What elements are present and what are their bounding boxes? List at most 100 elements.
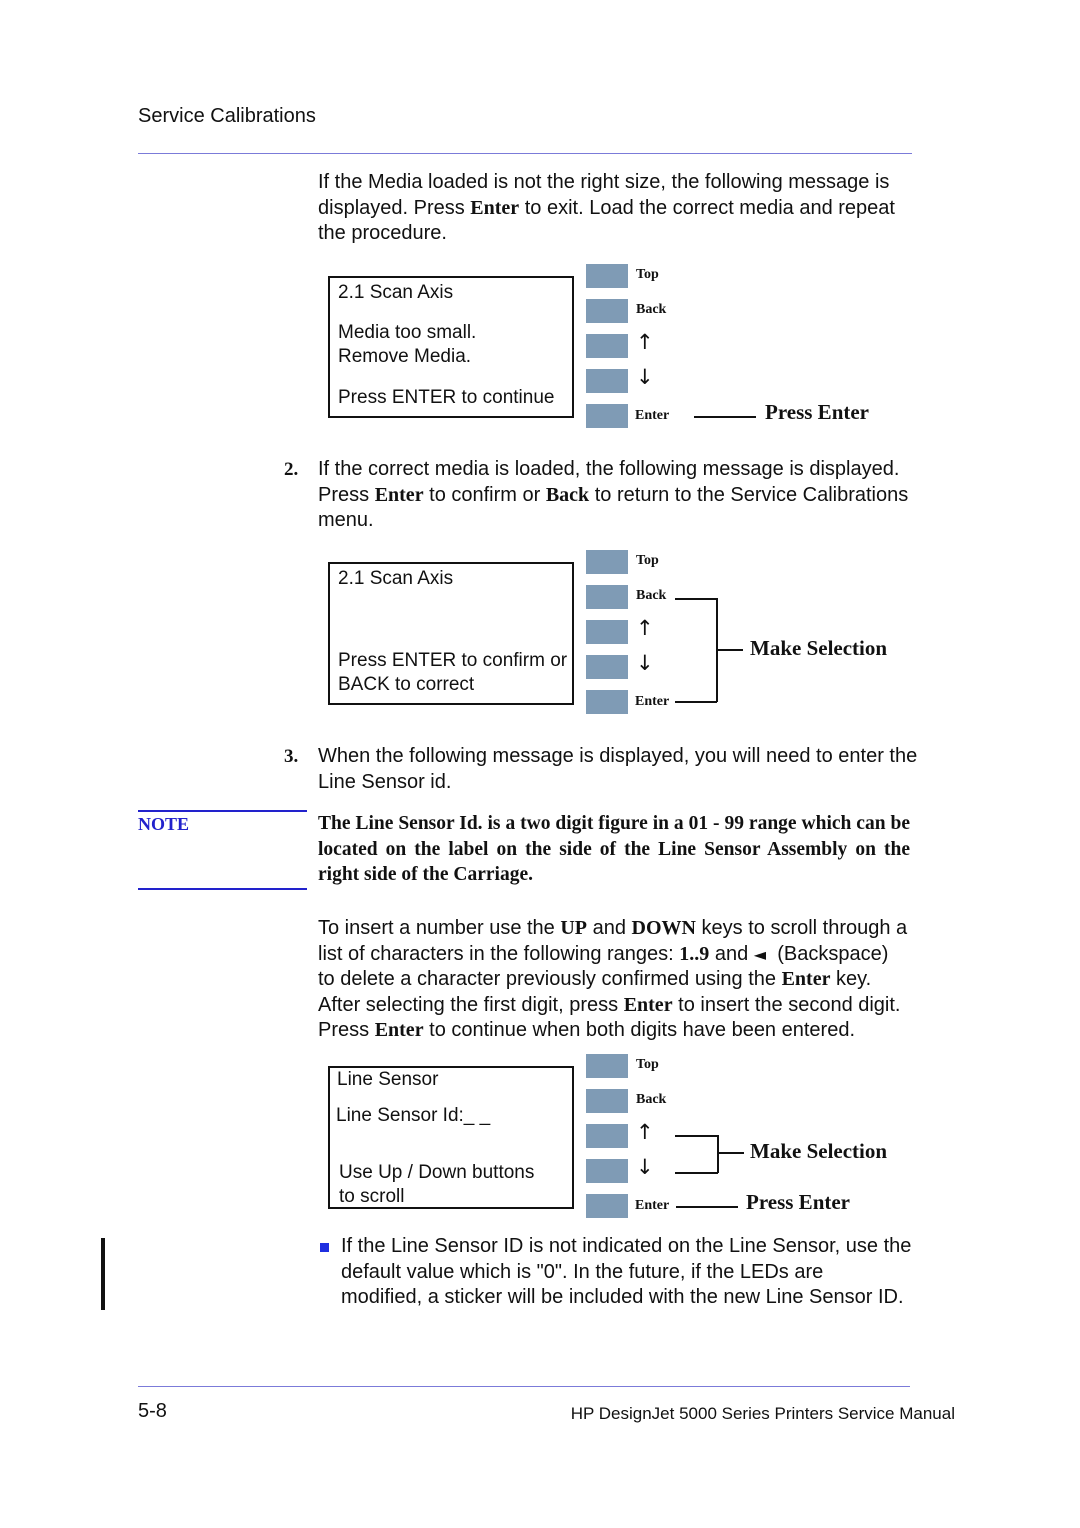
text: To insert a number use the <box>318 917 561 939</box>
lcd-line: Media too small. <box>338 322 477 343</box>
down-arrow-icon: ↓ <box>636 651 654 675</box>
down-arrow-icon: ↓ <box>636 1155 654 1179</box>
top-key[interactable] <box>586 550 628 574</box>
back-key[interactable] <box>586 1089 628 1113</box>
up-key-ref: UP <box>560 917 588 939</box>
top-key-label: Top <box>636 553 659 568</box>
lcd-display-media-too-small: 2.1 Scan Axis Media too small. Remove Me… <box>328 276 574 418</box>
bullet-line-2: default value which is "0". In the futur… <box>341 1260 824 1283</box>
top-key-label: Top <box>636 1057 659 1072</box>
enter-key[interactable] <box>586 404 628 428</box>
step-2-paragraph: If the correct media is loaded, the foll… <box>318 457 978 534</box>
text: Press <box>318 1019 375 1041</box>
enter-key[interactable] <box>586 1194 628 1218</box>
keypad-2: Top Back ↑ ↓ Enter Make Selection <box>586 550 906 718</box>
enter-key-ref: Enter <box>374 1019 424 1041</box>
enter-key[interactable] <box>586 690 628 714</box>
back-key-label: Back <box>636 1092 667 1107</box>
text: and <box>587 917 632 939</box>
lcd-display-line-sensor: Line Sensor Line Sensor Id:_ _ Use Up / … <box>328 1066 574 1209</box>
note-text: The Line Sensor Id. is a two digit figur… <box>318 813 910 885</box>
text: to exit. Load the correct media and repe… <box>519 196 895 219</box>
intro-paragraph: If the Media loaded is not the right siz… <box>318 170 978 247</box>
keypad-3: Top Back ↑ ↓ Enter Make Selection Press … <box>586 1054 906 1222</box>
text: keys to scroll through a <box>695 917 908 939</box>
callout-line <box>718 1152 744 1154</box>
lcd-display-confirm: 2.1 Scan Axis Press ENTER to confirm or … <box>328 562 574 705</box>
callout-line <box>717 649 743 651</box>
back-key[interactable] <box>586 299 628 323</box>
lcd-line: BACK to correct <box>338 674 475 695</box>
lcd-line: Remove Media. <box>338 346 472 367</box>
back-key[interactable] <box>586 585 628 609</box>
text: (Backspace) <box>766 942 889 965</box>
lcd-line: Line Sensor <box>337 1069 439 1090</box>
intro-line-2: displayed. Press Enter to exit. Load the… <box>318 196 978 222</box>
up-key[interactable] <box>586 620 628 644</box>
enter-key-ref: Enter <box>781 968 831 990</box>
text: to insert the second digit. <box>672 993 901 1016</box>
enter-key-ref: Enter <box>470 196 520 219</box>
down-key[interactable] <box>586 655 628 679</box>
bracket-vertical-line <box>717 1135 719 1173</box>
intro-line-3: the procedure. <box>318 222 447 244</box>
callout-line <box>694 416 756 418</box>
top-key-label: Top <box>636 267 659 282</box>
bracket-bottom-line <box>675 1172 718 1174</box>
text: to continue when both digits have been e… <box>423 1019 856 1041</box>
callout-line <box>676 1206 738 1208</box>
bracket-bottom-line <box>675 701 717 703</box>
bracket-top-line <box>675 598 717 600</box>
lcd-line: Line Sensor Id:_ _ <box>336 1105 491 1126</box>
text: Press <box>318 483 375 506</box>
make-selection-callout: Make Selection <box>750 1139 888 1163</box>
note-top-rule <box>138 810 307 812</box>
up-arrow-icon: ↑ <box>636 1120 654 1144</box>
text: key. <box>830 968 872 990</box>
range-value: 1..9 <box>679 942 710 965</box>
text: After selecting the first digit, press <box>318 993 624 1016</box>
lcd-line: to scroll <box>339 1186 405 1207</box>
section-title: Service Calibrations <box>138 105 316 127</box>
text: and <box>709 942 754 965</box>
bracket-top-line <box>675 1135 718 1137</box>
header-rule <box>138 153 912 154</box>
up-key[interactable] <box>586 1124 628 1148</box>
step-2-line-2: Press Enter to confirm or Back to return… <box>318 483 978 509</box>
enter-key-label: Enter <box>635 408 670 423</box>
enter-key-ref: Enter <box>374 483 424 506</box>
text: list of characters in the following rang… <box>318 942 680 965</box>
step-number: 3. <box>284 746 299 767</box>
instr-line-2: list of characters in the following rang… <box>318 942 978 968</box>
up-key[interactable] <box>586 334 628 358</box>
down-key[interactable] <box>586 1159 628 1183</box>
down-key[interactable] <box>586 369 628 393</box>
step-3-line-2: Line Sensor id. <box>318 770 452 793</box>
instr-line-3: to delete a character previously confirm… <box>318 967 978 993</box>
down-arrow-icon: ↓ <box>636 365 654 389</box>
bullet-icon <box>320 1243 329 1252</box>
intro-line-1: If the Media loaded is not the right siz… <box>318 171 890 193</box>
note-bottom-rule <box>138 888 307 890</box>
text: to confirm or <box>423 483 546 506</box>
top-key[interactable] <box>586 264 628 288</box>
press-enter-callout: Press Enter <box>746 1190 851 1214</box>
instr-line-1: To insert a number use the UP and DOWN k… <box>318 916 978 942</box>
step-2-line-3: menu. <box>318 509 374 531</box>
manual-title: HP DesignJet 5000 Series Printers Servic… <box>570 1404 955 1423</box>
down-key-ref: DOWN <box>631 917 696 939</box>
enter-key-label: Enter <box>635 694 670 709</box>
backspace-arrow-icon: ◄ <box>753 944 767 964</box>
up-arrow-icon: ↑ <box>636 616 654 640</box>
step-3-paragraph: When the following message is displayed,… <box>318 744 978 795</box>
note-label: NOTE <box>138 814 190 834</box>
text: displayed. Press <box>318 196 471 219</box>
make-selection-callout: Make Selection <box>750 636 888 660</box>
bullet-paragraph: If the Line Sensor ID is not indicated o… <box>341 1234 981 1311</box>
lcd-line: 2.1 Scan Axis <box>338 282 454 303</box>
up-arrow-icon: ↑ <box>636 330 654 354</box>
page-number: 5-8 <box>138 1400 167 1422</box>
step-number: 2. <box>284 459 299 480</box>
keypad-1: Top Back ↑ ↓ Enter Press Enter <box>586 264 906 432</box>
top-key[interactable] <box>586 1054 628 1078</box>
